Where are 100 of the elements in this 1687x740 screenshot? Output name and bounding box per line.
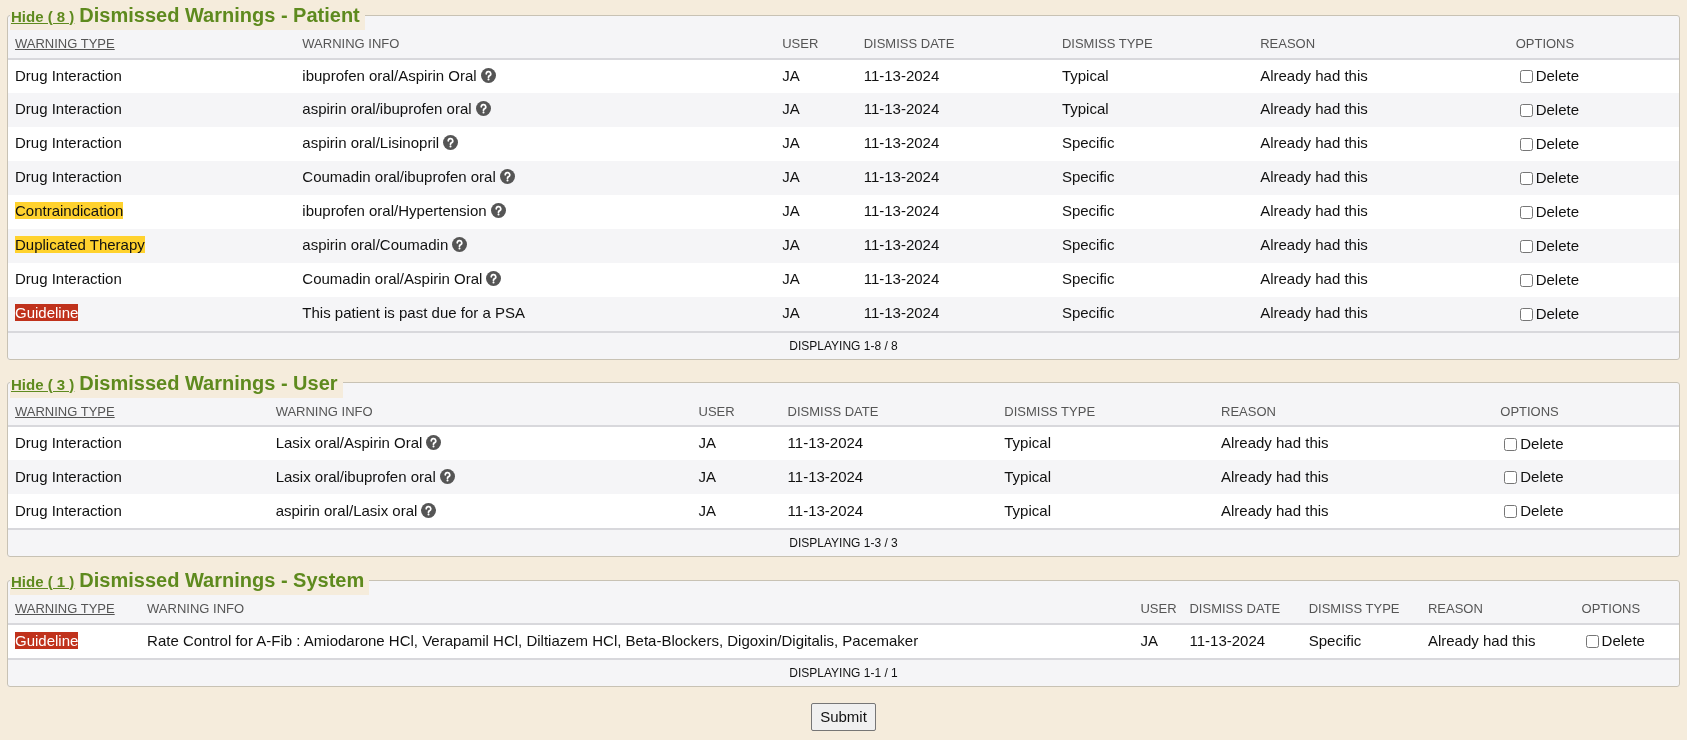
reason-cell: Already had this — [1258, 296, 1514, 331]
sort-header[interactable]: WARNING TYPE — [8, 30, 301, 59]
warning-type: Contraindication — [15, 202, 124, 220]
column-header: USER — [780, 30, 862, 59]
checkbox[interactable] — [1519, 307, 1533, 321]
warning-type: Drug Interaction — [15, 168, 122, 186]
warning-type: Drug Interaction — [15, 100, 122, 118]
user-cell: JA — [780, 58, 862, 93]
help-icon[interactable] — [475, 101, 491, 117]
warning-info: aspirin oral/Lisinopril — [302, 134, 440, 152]
help-icon[interactable] — [421, 502, 437, 518]
reason-cell: Already had this — [1219, 494, 1499, 528]
dismiss-type: Typical — [1002, 460, 1219, 494]
reason-cell: Already had this — [1258, 228, 1514, 263]
dismiss-date: 11-13-2024 — [861, 194, 1060, 229]
help-icon[interactable] — [426, 435, 442, 451]
dismiss-date: 11-13-2024 — [861, 160, 1060, 195]
reason-cell: Already had this — [1219, 460, 1499, 494]
dismiss-date: 11-13-2024 — [785, 426, 1003, 460]
checkbox[interactable] — [1504, 471, 1518, 485]
dismiss-type: Specific — [1059, 296, 1259, 331]
warning-info: ibuprofen oral/Hypertension — [302, 202, 487, 220]
help-icon[interactable] — [499, 169, 515, 185]
column-header: OPTIONS — [1579, 595, 1679, 624]
column-header: REASON — [1219, 397, 1499, 426]
delete-label[interactable]: Delete — [1535, 132, 1580, 156]
dismiss-date: 11-13-2024 — [785, 494, 1003, 528]
warning-info: aspirin oral/Lasix oral — [275, 501, 418, 519]
warning-type: Guideline — [15, 631, 79, 649]
help-icon[interactable] — [486, 271, 502, 287]
dismiss-date: 11-13-2024 — [861, 228, 1060, 263]
help-icon[interactable] — [443, 135, 459, 151]
user-cell: JA — [696, 494, 786, 528]
dismiss-type: Specific — [1059, 228, 1259, 263]
dismiss-date: 11-13-2024 — [861, 262, 1060, 297]
checkbox[interactable] — [1519, 103, 1533, 117]
dismiss-type: Typical — [1002, 494, 1219, 528]
checkbox[interactable] — [1585, 635, 1599, 649]
sort-header[interactable]: WARNING TYPE — [8, 595, 146, 624]
column-header: DISMISS DATE — [785, 397, 1003, 426]
reason-cell: Already had this — [1258, 262, 1514, 297]
delete-label[interactable]: Delete — [1520, 500, 1564, 523]
user-cell: JA — [780, 126, 862, 161]
help-icon[interactable] — [452, 237, 468, 253]
user-cell: JA — [1138, 623, 1188, 658]
warning-type: Drug Interaction — [15, 134, 122, 152]
delete-label[interactable]: Delete — [1520, 432, 1564, 456]
checkbox[interactable] — [1504, 437, 1518, 451]
user-cell: JA — [780, 228, 862, 263]
pagination-info: DISPLAYING 1-3 / 3 — [789, 535, 898, 552]
delete-label[interactable]: Delete — [1535, 65, 1580, 88]
checkbox[interactable] — [1519, 137, 1533, 151]
checkbox[interactable] — [1504, 505, 1518, 519]
checkbox[interactable] — [1519, 171, 1533, 185]
warning-type: Duplicated Therapy — [15, 236, 145, 254]
reason-cell: Already had this — [1258, 58, 1514, 93]
submit-button[interactable]: Submit — [811, 702, 876, 731]
delete-label[interactable]: Delete — [1535, 234, 1580, 258]
column-header: DISMISS TYPE — [1306, 595, 1426, 624]
warning-type: Drug Interaction — [15, 467, 122, 485]
dismiss-type: Specific — [1059, 160, 1259, 195]
column-header: DISMISS DATE — [1187, 595, 1307, 624]
dismiss-date: 11-13-2024 — [1187, 623, 1307, 658]
user-cell: JA — [780, 194, 862, 229]
warning-type: Drug Interaction — [15, 434, 122, 452]
delete-label[interactable]: Delete — [1601, 630, 1645, 653]
delete-label[interactable]: Delete — [1535, 200, 1580, 224]
column-header: OPTIONS — [1498, 397, 1679, 426]
delete-label[interactable]: Delete — [1535, 268, 1580, 292]
user-cell: JA — [780, 160, 862, 195]
dismiss-type: Typical — [1002, 426, 1219, 460]
pagination-info: DISPLAYING 1-1 / 1 — [789, 664, 898, 682]
delete-label[interactable]: Delete — [1535, 166, 1580, 190]
help-icon[interactable] — [439, 468, 455, 484]
checkbox[interactable] — [1519, 239, 1533, 253]
dismiss-date: 11-13-2024 — [861, 92, 1060, 127]
warning-info: ibuprofen oral/Aspirin Oral — [302, 66, 477, 84]
column-header: REASON — [1425, 595, 1580, 624]
dismiss-type: Specific — [1059, 126, 1259, 161]
checkbox[interactable] — [1519, 205, 1533, 219]
column-header: DISMISS TYPE — [1059, 30, 1259, 59]
warning-info: aspirin oral/Coumadin — [302, 236, 449, 254]
help-icon[interactable] — [490, 203, 506, 219]
user-cell: JA — [696, 460, 786, 494]
delete-label[interactable]: Delete — [1520, 466, 1564, 489]
sort-header[interactable]: WARNING TYPE — [8, 397, 274, 426]
user-cell: JA — [696, 426, 786, 460]
checkbox[interactable] — [1519, 273, 1533, 287]
dismiss-type: Specific — [1059, 262, 1259, 297]
column-header: OPTIONS — [1513, 30, 1679, 59]
delete-label[interactable]: Delete — [1535, 98, 1580, 122]
warning-info: Coumadin oral/Aspirin Oral — [302, 270, 483, 288]
dismiss-type: Specific — [1059, 194, 1259, 229]
column-header: WARNING INFO — [300, 30, 781, 59]
column-header: WARNING INFO — [145, 595, 1139, 624]
help-icon[interactable] — [480, 67, 496, 83]
checkbox[interactable] — [1519, 70, 1533, 84]
dismiss-type: Typical — [1059, 58, 1259, 93]
pagination-info: DISPLAYING 1-8 / 8 — [789, 337, 898, 355]
delete-label[interactable]: Delete — [1535, 302, 1580, 326]
